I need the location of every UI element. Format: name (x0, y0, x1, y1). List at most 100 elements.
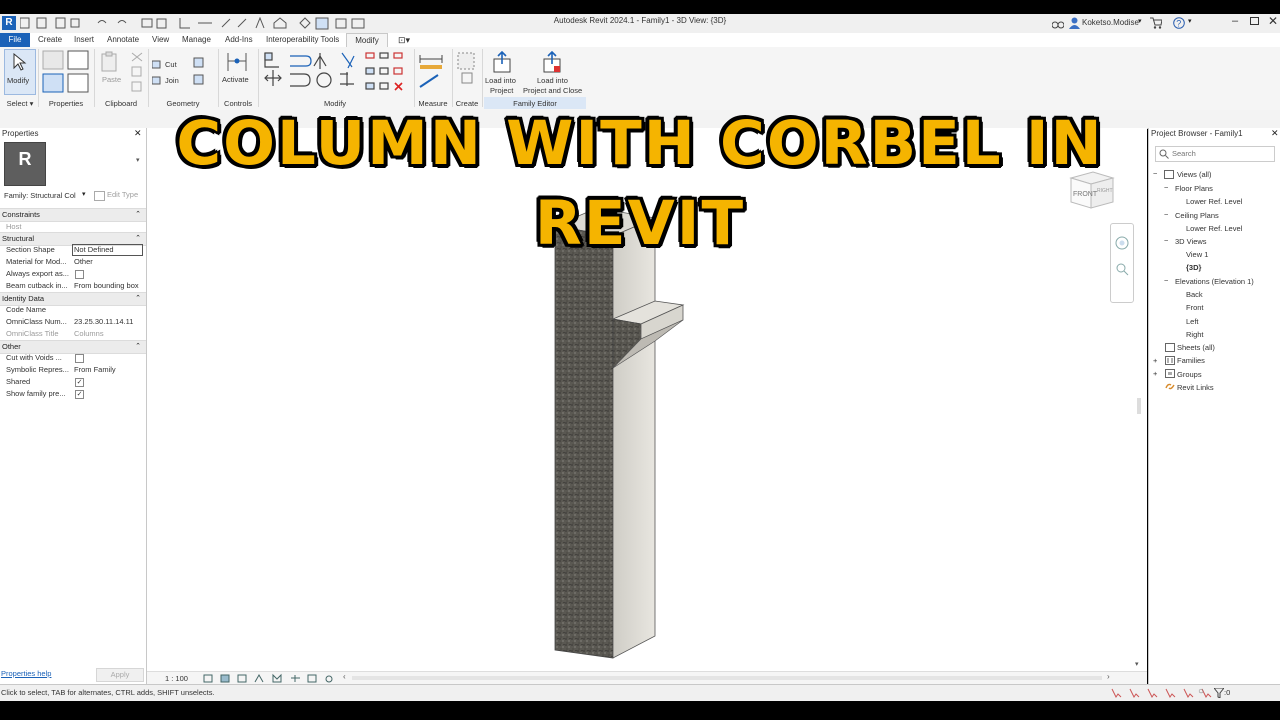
load-into-project-button[interactable]: Load into Project (484, 49, 520, 97)
property-row[interactable]: Material for Mod... Other (0, 256, 146, 268)
drag-elements-icon[interactable]: ○ (1198, 686, 1204, 697)
modify-tools-icons[interactable] (262, 50, 414, 96)
tree-toggle-icon[interactable]: + (1153, 356, 1157, 365)
browser-search-input[interactable] (1172, 148, 1268, 158)
steering-wheel-icon[interactable] (1115, 236, 1129, 250)
property-row[interactable]: Section Shape Not Defined (0, 244, 146, 256)
property-row[interactable]: Show family pre... ✓ (0, 388, 146, 400)
property-row[interactable]: Beam cutback in... From bounding box (0, 280, 146, 292)
zoom-icon[interactable] (1115, 262, 1129, 276)
tree-item-back[interactable]: Back (1186, 290, 1203, 299)
property-row[interactable]: Always export as... (0, 268, 146, 280)
property-row[interactable]: Cut with Voids ... (0, 352, 146, 364)
tree-toggle-icon[interactable]: − (1153, 169, 1157, 178)
close-icon[interactable]: ✕ (1268, 14, 1278, 28)
tree-toggle-icon[interactable]: − (1164, 236, 1168, 245)
join-geometry-icon[interactable] (152, 75, 162, 85)
tree-toggle-icon[interactable]: − (1164, 210, 1168, 219)
quick-access-toolbar[interactable] (20, 17, 390, 30)
user-dropdown-icon[interactable]: ▾ (1138, 17, 1142, 25)
help-icon[interactable]: ? (1173, 17, 1185, 29)
clipboard-small-icons[interactable] (130, 51, 144, 95)
navigation-bar[interactable] (1110, 223, 1134, 303)
help-dropdown-icon[interactable]: ▾ (1188, 17, 1192, 25)
create-component-icon[interactable] (456, 51, 478, 91)
tab-file[interactable]: File (0, 33, 30, 47)
vertical-scrollbar[interactable] (1137, 398, 1141, 414)
restore-icon[interactable] (1250, 17, 1259, 25)
binoculars-icon[interactable] (1052, 18, 1064, 29)
properties-help-link[interactable]: Properties help (1, 669, 51, 678)
tree-toggle-icon[interactable]: − (1164, 276, 1168, 285)
load-into-project-close-button[interactable]: Load into Project and Close (520, 49, 588, 97)
checkbox-checked[interactable]: ✓ (75, 390, 84, 399)
scroll-right-icon[interactable]: › (1107, 672, 1110, 681)
measure-icon[interactable] (418, 51, 448, 91)
property-row[interactable]: OmniClass Num... 23.25.30.11.14.11 (0, 316, 146, 328)
revit-logo[interactable]: R (2, 16, 16, 30)
tree-item-floor-plan-lower-ref-level[interactable]: Lower Ref. Level (1186, 197, 1242, 206)
activate-controls-icon[interactable] (226, 51, 248, 73)
tab-insert[interactable]: Insert (74, 33, 94, 47)
cut-geometry-icon[interactable] (152, 59, 162, 69)
tree-item-ceiling-plans[interactable]: Ceiling Plans (1175, 211, 1219, 220)
cart-icon[interactable] (1150, 17, 1162, 29)
tree-item-elevations[interactable]: Elevations (Elevation 1) (1175, 277, 1254, 286)
tree-item-revit-links[interactable]: Revit Links (1177, 383, 1214, 392)
tree-item-ceiling-plan-lower-ref-level[interactable]: Lower Ref. Level (1186, 224, 1242, 233)
tree-item-views-all[interactable]: Views (all) (1177, 170, 1211, 179)
property-row[interactable]: Code Name (0, 304, 146, 316)
view-control-icons[interactable] (203, 673, 343, 684)
tree-item-view-1[interactable]: View 1 (1186, 250, 1208, 259)
tree-item-left[interactable]: Left (1186, 317, 1199, 326)
cut-label[interactable]: Cut (165, 60, 177, 69)
scroll-left-icon[interactable]: ‹ (343, 672, 346, 681)
tab-modify[interactable]: Modify (346, 33, 388, 48)
scroll-down-icon[interactable]: ▾ (1135, 660, 1139, 668)
checkbox-checked[interactable]: ✓ (75, 378, 84, 387)
property-row[interactable]: Shared ✓ (0, 376, 146, 388)
section-shape-field[interactable]: Not Defined (72, 244, 143, 256)
apply-button[interactable]: Apply (96, 668, 144, 682)
property-row[interactable]: OmniClass Title Columns (0, 328, 146, 340)
modify-tool-button[interactable]: Modify (4, 49, 36, 95)
paste-icon[interactable] (100, 51, 118, 73)
edit-type-button[interactable]: Edit Type (92, 189, 142, 201)
tab-view[interactable]: View (152, 33, 169, 47)
tab-create[interactable]: Create (38, 33, 62, 47)
column-with-corbel-model[interactable] (547, 206, 697, 661)
browser-search-box[interactable] (1155, 146, 1275, 162)
tab-manage[interactable]: Manage (182, 33, 211, 47)
properties-panel-icons[interactable] (42, 50, 92, 94)
user-icon[interactable] (1069, 17, 1080, 29)
paste-label[interactable]: Paste (102, 75, 121, 84)
checkbox[interactable] (75, 270, 84, 279)
section-constraints[interactable]: Constraints ⌃ (0, 208, 146, 222)
tree-item-3d[interactable]: {3D} (1186, 263, 1201, 272)
user-name[interactable]: Koketso.Modise (1082, 18, 1139, 27)
join-label[interactable]: Join (165, 76, 179, 85)
checkbox[interactable] (75, 354, 84, 363)
tab-interoperability-tools[interactable]: Interoperability Tools (266, 33, 339, 47)
tree-item-families[interactable]: Families (1177, 356, 1205, 365)
tab-annotate[interactable]: Annotate (107, 33, 139, 47)
tab-add-ins[interactable]: Add-Ins (225, 33, 253, 47)
project-browser-close-icon[interactable]: ✕ (1271, 128, 1279, 139)
geometry-extra-icons[interactable] (193, 57, 213, 89)
contextual-tab-dropdown[interactable]: ⊡▾ (398, 33, 410, 47)
activate-label[interactable]: Activate (222, 75, 249, 84)
property-row[interactable]: Symbolic Repres... From Family (0, 364, 146, 376)
select-panel-label[interactable]: Select ▾ (4, 99, 36, 108)
type-filter[interactable]: Family: Structural Col ▾ (2, 190, 88, 202)
horizontal-scrollbar[interactable] (352, 676, 1102, 680)
tree-toggle-icon[interactable]: − (1164, 183, 1168, 192)
tree-item-front[interactable]: Front (1186, 303, 1204, 312)
tree-item-groups[interactable]: Groups (1177, 370, 1202, 379)
tree-toggle-icon[interactable]: + (1153, 369, 1157, 378)
filter-icon[interactable] (1214, 688, 1224, 698)
tree-item-right[interactable]: Right (1186, 330, 1204, 339)
tree-item-3d-views[interactable]: 3D Views (1175, 237, 1207, 246)
view-scale[interactable]: 1 : 100 (165, 674, 188, 683)
minimize-icon[interactable]: – (1232, 15, 1238, 27)
tree-item-floor-plans[interactable]: Floor Plans (1175, 184, 1213, 193)
